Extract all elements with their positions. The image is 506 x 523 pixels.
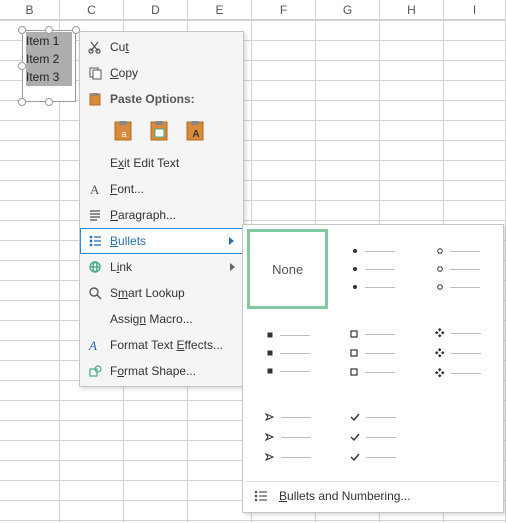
scissors-icon <box>84 39 106 55</box>
bullet-option-arrow[interactable] <box>247 397 328 477</box>
bullets-icon <box>253 488 269 504</box>
column-header[interactable]: C <box>60 0 124 20</box>
context-menu: Cut Copy Paste Options: a A Exit Edit Te… <box>79 31 244 387</box>
paste-option-text-only[interactable]: A <box>182 116 210 146</box>
menu-link[interactable]: Link <box>80 254 243 280</box>
paragraph-icon <box>84 207 106 223</box>
column-header[interactable]: H <box>380 0 444 20</box>
text-effects-icon: A <box>84 337 106 353</box>
bullet-option-square-filled[interactable] <box>247 313 328 393</box>
bullet-option-disc[interactable] <box>332 229 413 309</box>
bullet-option-check[interactable] <box>332 397 413 477</box>
menu-exit-edit-text[interactable]: Exit Edit Text <box>80 150 243 176</box>
bullet-option-circle[interactable] <box>418 229 499 309</box>
column-header[interactable]: I <box>444 0 506 20</box>
svg-text:A: A <box>90 182 100 197</box>
svg-text:a: a <box>121 129 126 139</box>
menu-label: Copy <box>106 66 237 80</box>
column-header[interactable]: F <box>252 0 316 20</box>
menu-cut[interactable]: Cut <box>80 34 243 60</box>
menu-smart-lookup[interactable]: Smart Lookup <box>80 280 243 306</box>
font-icon: A <box>84 181 106 197</box>
menu-paragraph[interactable]: Paragraph... <box>80 202 243 228</box>
menu-copy[interactable]: Copy <box>80 60 243 86</box>
menu-bullets[interactable]: Bullets <box>80 228 243 254</box>
textbox-line[interactable]: Item 2 <box>26 50 72 68</box>
menu-paste-options-heading: Paste Options: <box>80 86 243 112</box>
column-header[interactable]: E <box>188 0 252 20</box>
resize-handle[interactable] <box>18 26 26 34</box>
svg-text:A: A <box>192 129 199 140</box>
resize-handle[interactable] <box>45 98 53 106</box>
column-header[interactable]: G <box>316 0 380 20</box>
menu-label: Font... <box>106 182 237 196</box>
none-label: None <box>272 262 303 277</box>
resize-handle[interactable] <box>18 62 26 70</box>
column-header[interactable]: B <box>0 0 60 20</box>
paste-option-keep-source[interactable]: a <box>110 116 138 146</box>
footer-label: Bullets and Numbering... <box>279 489 410 503</box>
bullet-option-square-hollow[interactable] <box>332 313 413 393</box>
resize-handle[interactable] <box>45 26 53 34</box>
menu-label: Paste Options: <box>106 92 237 106</box>
bullet-option-diamond[interactable] <box>418 313 499 393</box>
submenu-arrow-icon <box>230 263 235 271</box>
shape-textbox[interactable]: Item 1 Item 2 Item 3 <box>22 30 76 102</box>
textbox-line[interactable]: Item 1 <box>26 32 72 50</box>
menu-label: Format Shape... <box>106 364 237 378</box>
menu-format-shape[interactable]: Format Shape... <box>80 358 243 384</box>
bullet-option-none[interactable]: None <box>247 229 328 309</box>
menu-assign-macro[interactable]: Assign Macro... <box>80 306 243 332</box>
link-icon <box>84 259 106 275</box>
resize-handle[interactable] <box>18 98 26 106</box>
menu-label: Format Text Effects... <box>106 338 237 352</box>
format-shape-icon <box>84 363 106 379</box>
svg-text:A: A <box>88 338 97 353</box>
menu-label: Smart Lookup <box>106 286 237 300</box>
bullets-icon <box>84 233 106 249</box>
menu-label: Bullets <box>106 234 237 248</box>
column-header[interactable]: D <box>124 0 188 20</box>
textbox-line[interactable]: Item 3 <box>26 68 72 86</box>
bullets-and-numbering[interactable]: Bullets and Numbering... <box>247 481 499 508</box>
menu-font[interactable]: A Font... <box>80 176 243 202</box>
search-icon <box>84 285 106 301</box>
paste-options-row: a A <box>80 112 243 150</box>
bullets-submenu: None Bullets and Numbering... <box>242 224 504 513</box>
menu-label: Link <box>106 260 237 274</box>
menu-format-text-effects[interactable]: A Format Text Effects... <box>80 332 243 358</box>
clipboard-icon <box>84 91 106 107</box>
paste-option-picture[interactable] <box>146 116 174 146</box>
submenu-arrow-icon <box>229 237 234 245</box>
menu-label: Exit Edit Text <box>106 156 237 170</box>
menu-label: Assign Macro... <box>106 312 237 326</box>
menu-label: Cut <box>106 40 237 54</box>
menu-label: Paragraph... <box>106 208 237 222</box>
copy-icon <box>84 65 106 81</box>
